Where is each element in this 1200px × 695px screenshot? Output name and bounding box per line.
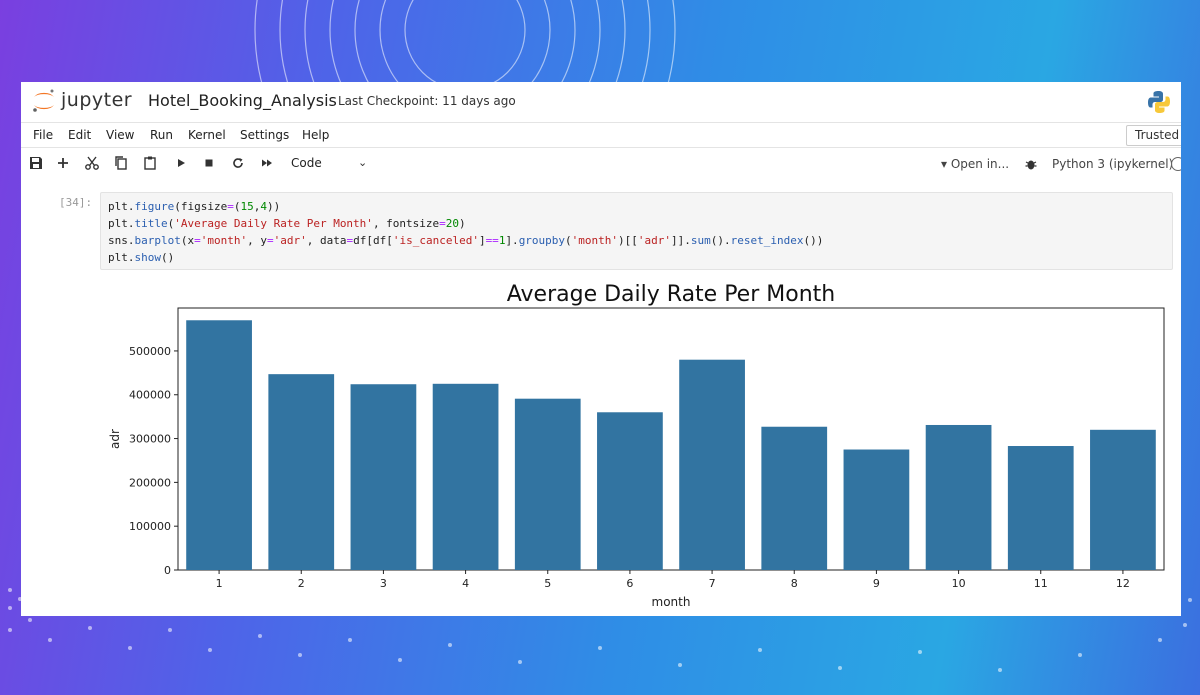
kernel-name[interactable]: Python 3 (ipykernel) [1052, 157, 1173, 171]
jupyter-brand: jupyter [61, 89, 133, 111]
paste-icon[interactable] [142, 155, 158, 171]
menu-edit[interactable]: Edit [68, 128, 91, 142]
open-in-label: Open in... [950, 157, 1010, 171]
fast-forward-icon[interactable] [259, 155, 275, 171]
y-tick-label: 0 [164, 564, 171, 577]
cell-prompt: [34]: [59, 196, 93, 209]
jupyter-logo-icon [33, 89, 54, 112]
notebook-toolbar: Code ⌄ ▾ Open in... Python 3 (ipykernel) [21, 150, 1181, 178]
bar-month-3 [350, 384, 417, 570]
x-tick-label: 9 [873, 577, 880, 590]
trusted-indicator[interactable]: Trusted [1126, 125, 1181, 146]
x-tick-label: 10 [952, 577, 966, 590]
x-axis-label: month [652, 595, 691, 609]
chevron-down-icon[interactable]: ⌄ [358, 156, 367, 169]
bar-chart: Average Daily Rate Per Month 0 100000 2000… [108, 282, 1165, 609]
jupyter-window: jupyter Hotel_Booking_Analysis Last Chec… [21, 82, 1181, 616]
code-line-1: plt.figure(figsize=(15,4)) [108, 200, 281, 213]
x-tick-label: 12 [1116, 577, 1130, 590]
code-line-2: plt.title('Average Daily Rate Per Month'… [108, 217, 466, 230]
menu-view[interactable]: View [106, 128, 134, 142]
checkpoint-status: Last Checkpoint: 11 days ago [338, 94, 516, 108]
python-logo-icon [1148, 91, 1170, 113]
bar-month-10 [925, 424, 992, 570]
bar-month-8 [761, 426, 828, 570]
x-tick-label: 11 [1034, 577, 1048, 590]
bar-month-12 [1090, 429, 1156, 570]
menu-bar: File Edit View Run Kernel Settings Help … [21, 122, 1181, 148]
bar-month-6 [597, 412, 663, 570]
restart-icon[interactable] [230, 155, 246, 171]
menu-kernel[interactable]: Kernel [188, 128, 226, 142]
x-tick-label: 7 [709, 577, 716, 590]
menu-run[interactable]: Run [150, 128, 173, 142]
cell-type-dropdown[interactable]: Code [291, 156, 322, 170]
notebook-title[interactable]: Hotel_Booking_Analysis [148, 91, 337, 110]
kernel-status-icon [1171, 157, 1181, 171]
y-tick-label: 400000 [129, 389, 171, 402]
menu-file[interactable]: File [33, 128, 53, 142]
y-tick-label: 300000 [129, 433, 171, 446]
bar-month-9 [843, 449, 910, 570]
copy-icon[interactable] [113, 155, 129, 171]
y-tick-label: 100000 [129, 520, 171, 533]
bar-month-4 [432, 383, 499, 570]
bar-month-2 [268, 374, 335, 570]
notebook-header: jupyter Hotel_Booking_Analysis Last Chec… [21, 82, 1181, 120]
x-tick-label: 1 [216, 577, 223, 590]
save-icon[interactable] [28, 155, 44, 171]
y-tick-label: 500000 [129, 345, 171, 358]
bar-month-5 [514, 398, 581, 570]
x-tick-label: 2 [298, 577, 305, 590]
code-editor[interactable]: plt.figure(figsize=(15,4)) plt.title('Av… [108, 198, 823, 266]
x-tick-label: 3 [380, 577, 387, 590]
bar-month-11 [1007, 446, 1074, 570]
code-line-4: plt.show() [108, 251, 175, 264]
run-icon[interactable] [173, 155, 189, 171]
menu-help[interactable]: Help [302, 128, 329, 142]
x-tick-label: 4 [462, 577, 469, 590]
menu-settings[interactable]: Settings [240, 128, 289, 142]
caret-down-icon: ▾ [941, 157, 951, 171]
stop-icon[interactable] [201, 155, 217, 171]
code-line-3: sns.barplot(x='month', y='adr', data=df[… [108, 234, 824, 247]
x-tick-label: 8 [791, 577, 798, 590]
x-tick-label: 6 [626, 577, 633, 590]
y-axis-label: adr [108, 429, 122, 449]
bar-month-7 [679, 359, 745, 570]
code-cell[interactable]: plt.figure(figsize=(15,4)) plt.title('Av… [100, 192, 1173, 270]
open-in-button[interactable]: ▾ Open in... [941, 157, 1009, 171]
bug-icon[interactable] [1023, 156, 1039, 172]
cut-icon[interactable] [84, 155, 100, 171]
x-tick-label: 5 [544, 577, 551, 590]
chart-title: Average Daily Rate Per Month [507, 282, 835, 307]
bar-month-1 [186, 320, 252, 570]
y-tick-label: 200000 [129, 476, 171, 489]
add-cell-icon[interactable] [55, 155, 71, 171]
